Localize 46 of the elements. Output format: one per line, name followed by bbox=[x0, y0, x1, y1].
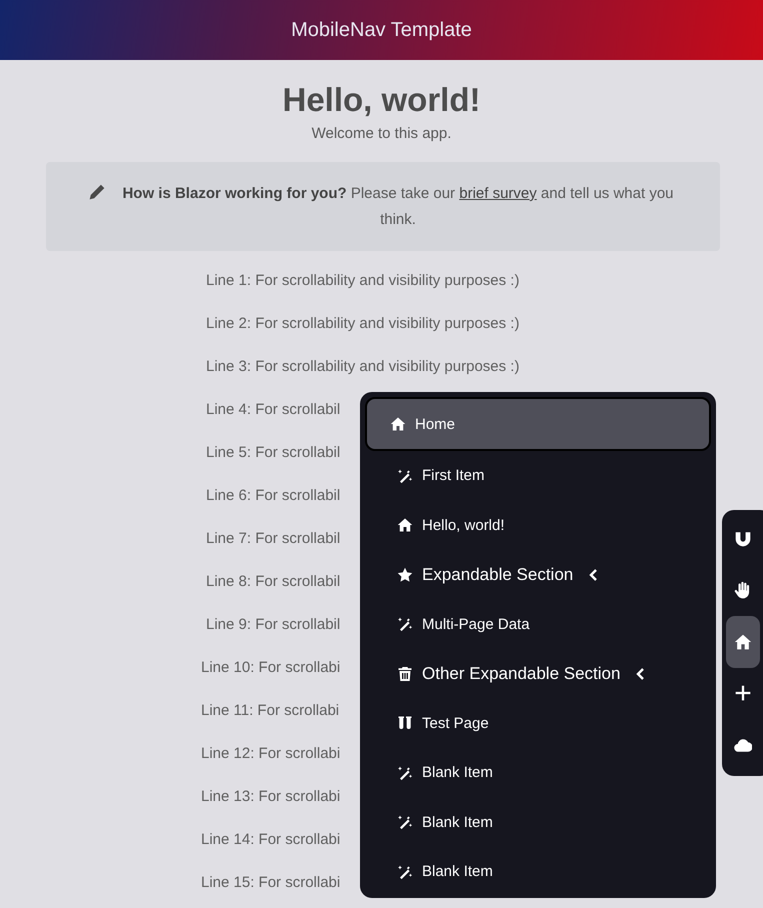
menu-item[interactable]: Blank Item bbox=[365, 798, 711, 847]
plus-icon bbox=[734, 684, 752, 702]
text-line: Line 9: For scrollabil bbox=[205, 615, 340, 635]
wand-icon bbox=[397, 814, 413, 830]
text-line: Line 5: For scrollabil bbox=[205, 443, 340, 463]
wand-icon bbox=[397, 616, 413, 632]
hand-icon bbox=[734, 581, 752, 600]
home-icon bbox=[390, 416, 406, 432]
page-heading: Hello, world! bbox=[282, 80, 482, 120]
test-tubes-icon bbox=[397, 715, 413, 732]
survey-text: How is Blazor working for you? Please take our brief survey and tell us what you think. bbox=[121, 184, 675, 230]
text-line: Line 11: For scrollabi bbox=[200, 701, 340, 721]
menu-item[interactable]: Blank Item bbox=[365, 847, 711, 896]
text-line: Line 13: For scrollabi bbox=[200, 787, 340, 807]
trash-icon bbox=[397, 666, 413, 682]
star-icon bbox=[397, 566, 413, 583]
pencil-icon bbox=[88, 183, 106, 201]
menu-item[interactable]: Hello, world! bbox=[365, 500, 711, 550]
menu-item[interactable]: Blank Item bbox=[365, 748, 711, 798]
dock-button[interactable] bbox=[726, 616, 760, 668]
app-title: MobileNav Template bbox=[291, 18, 472, 42]
wand-icon bbox=[397, 468, 413, 484]
text-line: Line 10: For scrollabi bbox=[200, 658, 340, 678]
menu-item[interactable]: Expandable Section bbox=[365, 550, 711, 600]
menu-item[interactable]: Test Page bbox=[365, 698, 711, 748]
menu-item[interactable]: Home bbox=[365, 397, 711, 451]
text-line: Line 15: For scrollabi bbox=[200, 873, 340, 893]
menu-item[interactable]: First Item bbox=[365, 451, 711, 500]
text-line: Line 3: For scrollability and visibility purposes :) bbox=[205, 357, 520, 377]
survey-link[interactable]: brief survey bbox=[459, 185, 537, 202]
home-icon bbox=[734, 632, 752, 651]
text-line: Line 4: For scrollabil bbox=[205, 400, 340, 420]
text-line: Line 8: For scrollabil bbox=[205, 572, 340, 592]
text-line: Line 6: For scrollabil bbox=[205, 486, 340, 506]
text-line: Line 7: For scrollabil bbox=[205, 529, 340, 549]
home-icon bbox=[397, 517, 413, 534]
text-line: Line 1: For scrollability and visibility purposes :) bbox=[205, 271, 520, 291]
menu-item[interactable]: Other Expandable Section bbox=[365, 649, 711, 698]
text-line: Line 12: For scrollabi bbox=[200, 744, 340, 764]
menu-item[interactable]: Multi-Page Data bbox=[365, 600, 711, 649]
wand-icon bbox=[397, 864, 413, 880]
magnet-icon bbox=[734, 530, 752, 548]
wand-icon bbox=[397, 764, 413, 781]
text-line: Line 14: For scrollabi bbox=[200, 830, 340, 850]
text-line: Line 2: For scrollability and visibility purposes :) bbox=[205, 314, 520, 334]
welcome-text: Welcome to this app. bbox=[310, 124, 452, 144]
